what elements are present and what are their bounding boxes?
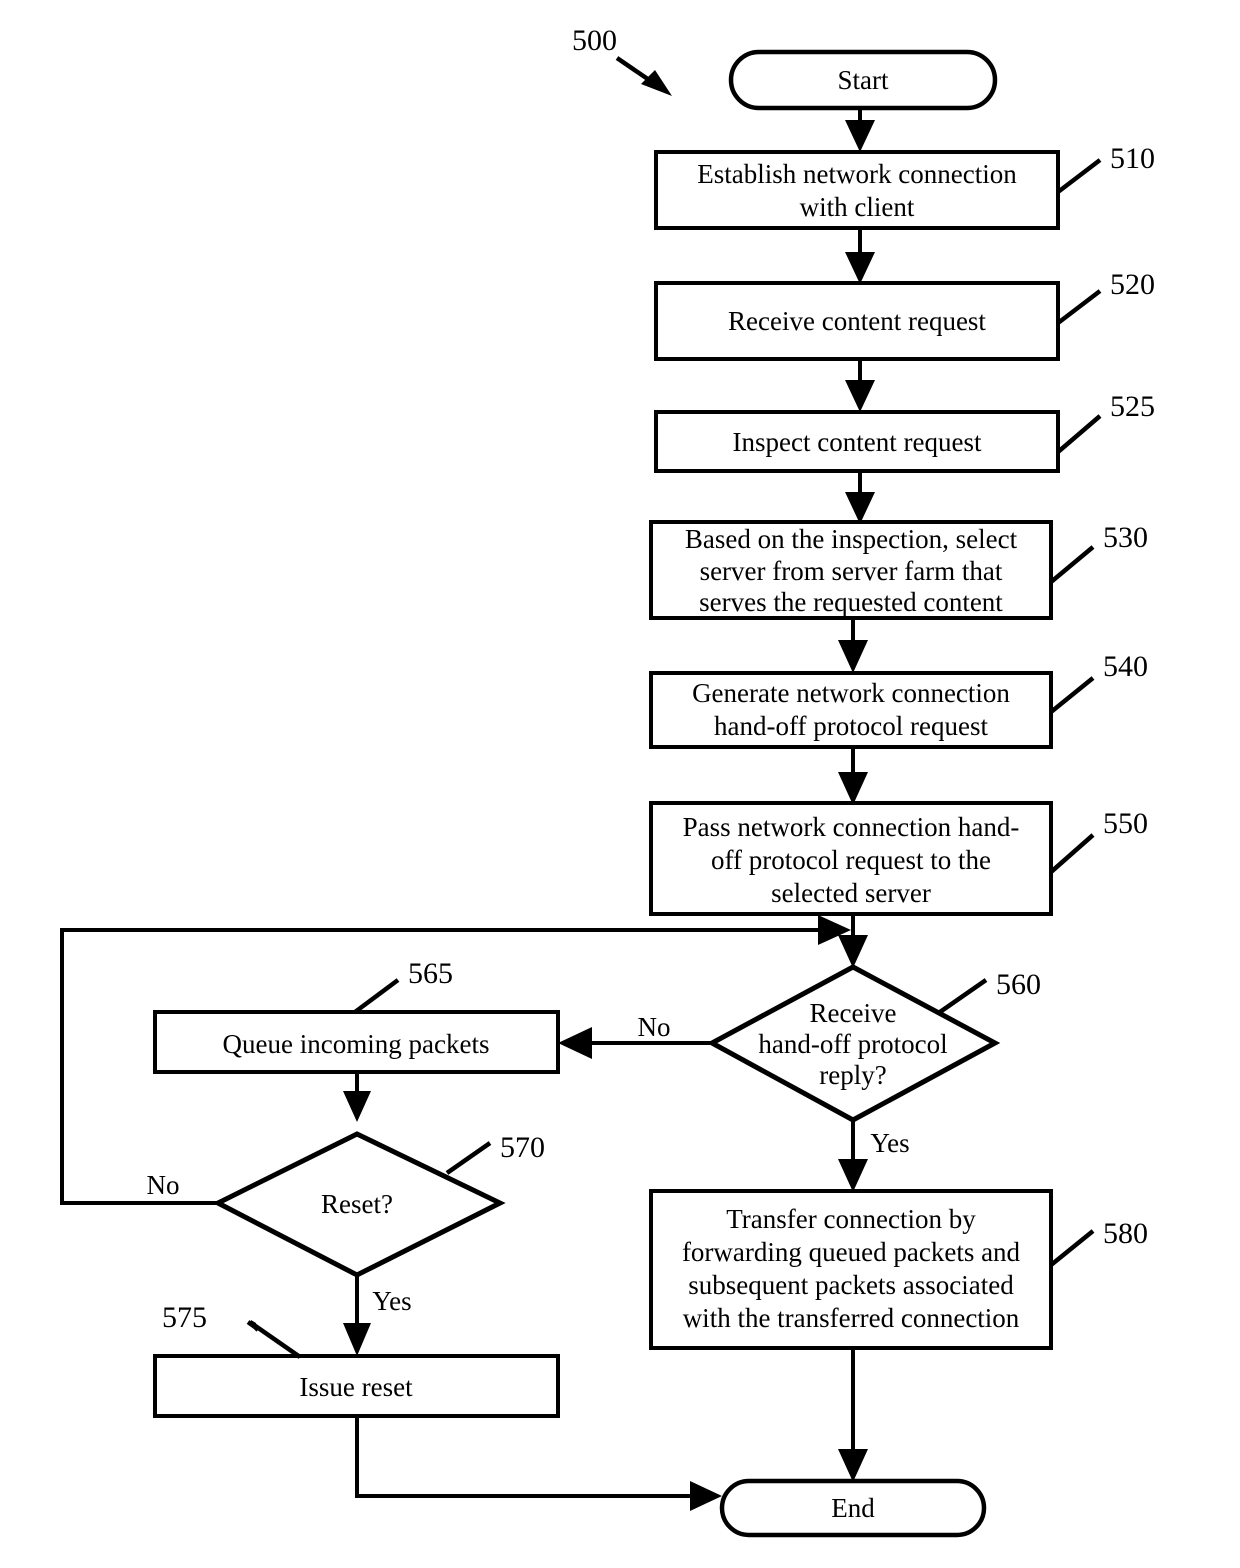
edge-560-no-to-565: No [558, 1012, 712, 1059]
edge-520-to-525 [845, 359, 875, 412]
node-530-line-2: server from server farm that [700, 556, 1003, 586]
node-525: Inspect content request 525 [654, 390, 1155, 473]
node-540-line-2: hand-off protocol request [714, 711, 988, 741]
edge-525-530-arrowhead [845, 492, 875, 524]
node-580: Transfer connection by forwarding queued… [649, 1189, 1148, 1350]
node-525-ref-leader [1056, 414, 1102, 454]
node-540-line-1: Generate network connection [692, 678, 1010, 708]
node-560-ref-leader [938, 978, 988, 1014]
edge-550-to-560 [838, 914, 868, 968]
node-560-ref-label: 560 [996, 968, 1041, 1001]
node-540-ref-label: 540 [1103, 650, 1148, 683]
node-550: Pass network connection hand- off protoc… [649, 801, 1148, 916]
node-550-ref-leader [1049, 833, 1095, 874]
edge-560-no-label: No [638, 1012, 671, 1042]
node-510: Establish network connection with client… [654, 142, 1155, 230]
figure-number-label: 500 [572, 24, 617, 57]
node-520-line-1: Receive content request [728, 306, 986, 336]
end-terminal-label: End [831, 1493, 875, 1523]
node-565-ref-leader [353, 978, 400, 1014]
node-580-line-3: subsequent packets associated [688, 1270, 1014, 1300]
node-520: Receive content request 520 [654, 268, 1155, 361]
node-530-line-3: serves the requested content [699, 587, 1003, 617]
node-510-ref-leader [1056, 158, 1102, 194]
edge-565-570-arrowhead [343, 1091, 371, 1122]
edge-575-end-arrowhead [690, 1481, 722, 1511]
node-520-ref-leader [1056, 289, 1102, 325]
node-end: End [719, 1478, 987, 1538]
edge-560-yes-arrowhead [838, 1159, 868, 1192]
edge-520-525-arrowhead [845, 380, 875, 412]
edge-525-to-530 [845, 471, 875, 524]
node-565-ref-label: 565 [408, 957, 453, 990]
node-580-line-1: Transfer connection by [726, 1204, 976, 1234]
edge-510-520-arrowhead [845, 252, 875, 284]
node-550-line-3: selected server [771, 878, 931, 908]
node-570-ref-leader [445, 1141, 492, 1175]
node-570: Reset? 570 [212, 1131, 545, 1278]
edge-580-to-end [838, 1348, 868, 1482]
node-550-line-1: Pass network connection hand- [683, 812, 1020, 842]
edge-570-yes-to-575: Yes [343, 1275, 412, 1356]
node-530: Based on the inspection, select server f… [649, 520, 1148, 620]
edge-560-no-arrowhead [558, 1027, 592, 1059]
edge-580-end-arrowhead [838, 1449, 868, 1482]
flowchart-figure: 500 Start Establish network connection w… [0, 0, 1240, 1568]
node-540: Generate network connection hand-off pro… [649, 650, 1148, 749]
edge-540-550-arrowhead [838, 772, 868, 805]
edge-570-yes-label: Yes [372, 1286, 411, 1316]
node-560-line-1: Receive [810, 998, 897, 1028]
node-550-ref-label: 550 [1103, 807, 1148, 840]
node-550-line-2: off protocol request to the [711, 845, 991, 875]
node-525-line-1: Inspect content request [733, 427, 982, 457]
node-565: Queue incoming packets 565 [153, 957, 560, 1074]
node-520-ref-label: 520 [1110, 268, 1155, 301]
edge-530-to-540 [838, 618, 868, 673]
node-510-line-2: with client [800, 192, 915, 222]
node-575-ref-label: 575 [162, 1301, 207, 1334]
figure-number-arrowhead [641, 70, 672, 96]
edge-540-to-550 [838, 747, 868, 805]
node-start: Start [728, 49, 998, 111]
flowchart-canvas: 500 Start Establish network connection w… [60, 24, 1155, 1538]
edge-start-to-510 [845, 108, 875, 152]
node-570-ref-label: 570 [500, 1131, 545, 1164]
start-terminal-label: Start [838, 65, 889, 95]
node-565-line-1: Queue incoming packets [223, 1029, 490, 1059]
edge-560-yes-to-580: Yes [838, 1120, 910, 1192]
node-560-line-3: reply? [819, 1060, 886, 1090]
node-575-ref-leader [252, 1323, 302, 1359]
edge-560-yes-label: Yes [870, 1128, 909, 1158]
node-580-line-4: with the transferred connection [683, 1303, 1020, 1333]
node-575-line-1: Issue reset [299, 1372, 413, 1402]
node-530-ref-leader [1049, 545, 1095, 584]
node-530-line-1: Based on the inspection, select [685, 524, 1018, 554]
figure-number-500: 500 [572, 24, 672, 96]
node-560: Receive hand-off protocol reply? 560 [706, 964, 1041, 1123]
edge-510-to-520 [845, 228, 875, 284]
node-580-line-2: forwarding queued packets and [682, 1237, 1021, 1267]
node-560-line-2: hand-off protocol [758, 1029, 947, 1059]
edge-570-no-label: No [147, 1170, 180, 1200]
node-570-line-1: Reset? [321, 1189, 393, 1219]
edge-550-560-arrowhead [838, 935, 868, 968]
node-530-ref-label: 530 [1103, 521, 1148, 554]
edge-575-to-end [355, 1416, 722, 1511]
edge-565-to-570 [343, 1072, 371, 1122]
node-580-ref-label: 580 [1103, 1217, 1148, 1250]
edge-start-510-arrowhead [845, 120, 875, 152]
edge-570-yes-arrowhead [343, 1323, 371, 1356]
node-510-ref-label: 510 [1110, 142, 1155, 175]
node-525-ref-label: 525 [1110, 390, 1155, 423]
edge-530-540-arrowhead [838, 640, 868, 673]
node-510-line-1: Establish network connection [697, 159, 1017, 189]
node-580-ref-leader [1049, 1229, 1095, 1267]
node-540-ref-leader [1049, 676, 1095, 714]
edge-575-end-path [355, 1416, 692, 1498]
